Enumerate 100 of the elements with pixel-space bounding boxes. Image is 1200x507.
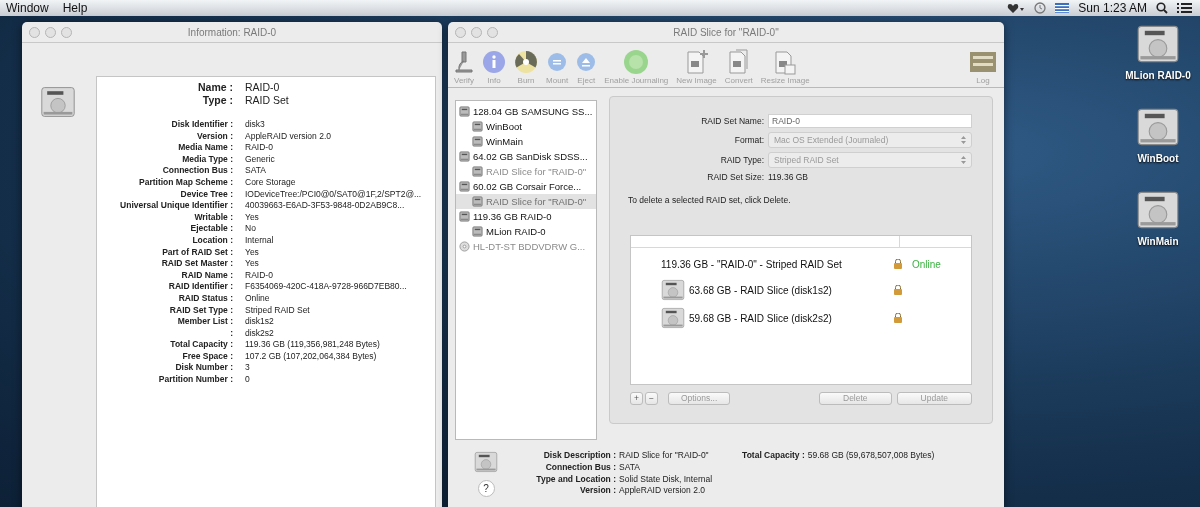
optical-disc-icon <box>459 241 470 252</box>
info-label: RAID Identifier : <box>167 281 233 293</box>
desktop-icon-label[interactable]: MLion RAID-0 <box>1125 70 1191 81</box>
segment-button[interactable]: + <box>630 392 643 405</box>
info-value: F6354069-420C-418A-9728-966D7EB80... <box>245 281 408 293</box>
journal-icon <box>623 49 650 75</box>
detail-label: Type and Location : <box>535 473 616 486</box>
hard-drive-icon <box>459 106 470 117</box>
menu-item[interactable]: Help <box>62 1 88 15</box>
sidebar-item[interactable]: 128.04 GB SAMSUNG SS... <box>456 104 596 119</box>
info-label: Type : <box>201 93 233 106</box>
hard-drive-icon <box>40 84 76 120</box>
info-label: Partition Number : <box>157 374 233 386</box>
sidebar-item[interactable]: WinMain <box>456 134 596 149</box>
hard-drive-icon <box>472 121 483 132</box>
info-value: 40039663-E6AD-3F53-9848-0D2AB9C8... <box>245 200 406 212</box>
lock-icon <box>894 285 902 295</box>
heart-icon[interactable] <box>1007 2 1026 14</box>
info-label: Device Tree : <box>179 188 233 201</box>
hard-drive-icon <box>459 151 470 162</box>
window-control[interactable] <box>487 27 498 38</box>
list-icon[interactable] <box>1177 2 1192 14</box>
window-title: Information: RAID-0 <box>187 26 277 38</box>
info-label: RAID Set Master : <box>160 258 233 270</box>
sidebar-item[interactable]: 119.36 GB RAID-0 <box>456 209 596 224</box>
clock-text[interactable]: Sun 1:23 AM <box>1078 1 1147 15</box>
detail-value: 59.68 GB (59,678,507,008 Bytes) <box>807 450 935 462</box>
info-value: AppleRAID version 2.0 <box>245 130 332 143</box>
hard-drive-icon <box>661 306 685 330</box>
sidebar-item[interactable]: MLion RAID-0 <box>456 224 596 239</box>
info-label: Part of RAID Set : <box>161 246 233 259</box>
window-control[interactable] <box>471 27 482 38</box>
sidebar-item[interactable]: 60.02 GB Corsair Force... <box>456 179 596 194</box>
detail-label: Disk Description : <box>542 450 616 462</box>
member-row[interactable]: 63.68 GB - RAID Slice (disk1s2) <box>689 284 832 296</box>
info-label: Member List : <box>176 316 233 328</box>
window-control[interactable] <box>29 27 40 38</box>
info-label: Partition Map Scheme : <box>138 176 233 189</box>
hard-drive-icon <box>474 450 498 474</box>
info-value: RAID-0 <box>245 269 274 282</box>
member-row[interactable]: 59.68 GB - RAID Slice (disk2s2) <box>689 312 832 324</box>
desktop-icon-label[interactable]: WinMain <box>1137 236 1179 247</box>
stepper-arrows-icon <box>961 156 966 164</box>
window-control[interactable] <box>61 27 72 38</box>
field-label: Format: <box>733 135 764 145</box>
hard-drive-icon <box>472 166 483 177</box>
window-control[interactable] <box>45 27 56 38</box>
hard-drive-icon <box>472 196 483 207</box>
info-value: RAID-0 <box>245 81 281 94</box>
search-icon[interactable] <box>1156 2 1168 14</box>
info-value: Yes <box>245 246 260 259</box>
info-label: Connection Bus : <box>161 165 233 177</box>
field-label: RAID Set Size: <box>706 172 764 182</box>
info-label: Ejectable : <box>189 223 233 235</box>
detail-label: Total Capacity : <box>742 450 805 462</box>
stepper-arrows-icon <box>961 136 966 144</box>
sidebar-item[interactable]: WinBoot <box>456 119 596 134</box>
info-label: Media Name : <box>177 142 233 154</box>
info-value: disk3 <box>245 119 266 131</box>
hard-drive-icon <box>472 226 483 237</box>
clock-icon[interactable] <box>1034 2 1047 14</box>
field-label: RAID Type: <box>719 155 764 165</box>
info-label: Total Capacity : <box>169 339 233 351</box>
info-label: Disk Identifier : <box>170 119 233 131</box>
detail-label: Connection Bus : <box>544 461 616 474</box>
window-control[interactable] <box>455 27 466 38</box>
field-value: 119.36 GB <box>768 172 809 182</box>
resize-document-icon <box>773 49 798 75</box>
info-label: Writable : <box>193 211 233 224</box>
lock-icon <box>894 313 902 323</box>
documents-icon <box>726 49 751 75</box>
hard-drive-icon <box>459 211 470 222</box>
detail-value: RAID Slice for "RAID-0" <box>619 450 710 462</box>
desktop-icon-label[interactable]: WinBoot <box>1137 153 1179 164</box>
flag-icon[interactable] <box>1055 3 1070 13</box>
lock-icon <box>894 259 902 269</box>
detail-label: Version : <box>579 485 616 497</box>
info-label: RAID Name : <box>180 269 233 282</box>
detail-value: Solid State Disk, Internal <box>619 473 713 486</box>
log-icon <box>970 52 996 72</box>
detail-value: SATA <box>619 461 641 474</box>
info-value: 119.36 GB (119,356,981,248 Bytes) <box>245 339 381 351</box>
help-button[interactable]: ? <box>477 480 495 497</box>
menu-item[interactable]: Window <box>6 1 49 15</box>
member-row[interactable]: 119.36 GB - "RAID-0" - Striped RAID Set <box>661 258 842 270</box>
info-label: Location : <box>191 234 233 247</box>
info-value: No <box>245 223 257 235</box>
segment-button[interactable]: − <box>644 392 658 405</box>
info-value: Yes <box>245 258 260 270</box>
info-value: Striped RAID Set <box>245 304 311 317</box>
info-label: Disk Number : <box>174 362 233 375</box>
window-title: RAID Slice for "RAID-0" <box>673 26 779 38</box>
field-label: RAID Set Name: <box>700 116 764 126</box>
new-document-icon <box>684 49 709 75</box>
radiation-disc-icon <box>514 50 538 74</box>
hard-drive-icon <box>459 181 470 192</box>
sidebar-item[interactable]: 64.02 GB SanDisk SDSS... <box>456 149 596 164</box>
info-value: disk1s2 <box>245 316 275 328</box>
info-value: 3 <box>245 362 251 375</box>
info-value: IODeviceTree:/PCI0@0/SAT0@1F,2/SPT2@... <box>245 188 423 201</box>
